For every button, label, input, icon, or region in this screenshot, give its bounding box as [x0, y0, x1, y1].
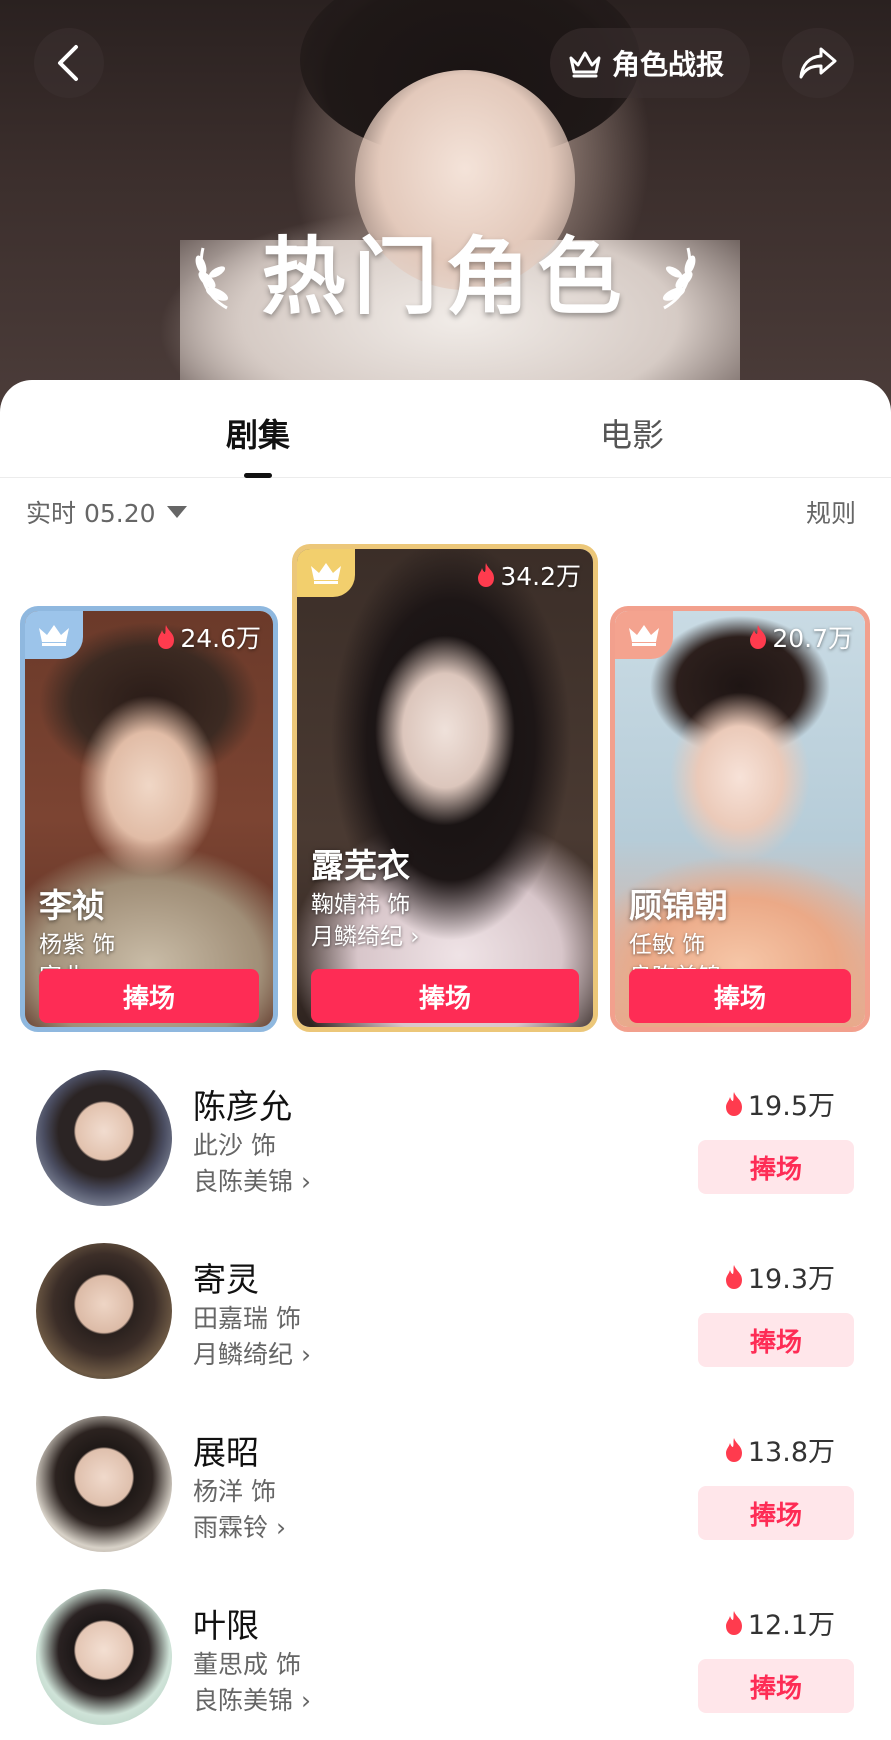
list-item[interactable]: 展昭 杨洋 饰 雨霖铃 › 13.8万 捧场 — [0, 1410, 891, 1570]
filter-row: 实时 05.20 规则 — [0, 490, 891, 538]
crown-icon — [39, 625, 69, 646]
hero-banner: 角色战报 热门角色 — [0, 0, 891, 420]
show-link[interactable]: 良陈美锦 › — [193, 1162, 311, 1198]
heat-value: 12.1万 — [747, 1610, 835, 1641]
top-card-rank-1[interactable]: 34.2万 露芜衣 鞠婧祎 饰 月鳞绮纪 › 捧场 — [292, 544, 598, 1032]
heat-score: 19.5万 — [724, 1084, 835, 1123]
share-icon — [799, 47, 837, 79]
heat-score: 24.6万 — [156, 619, 261, 655]
flame-icon — [725, 1437, 742, 1462]
character-name: 展昭 — [193, 1433, 259, 1472]
actor-name: 任敏 饰 — [629, 932, 706, 958]
show-link[interactable]: 良陈美锦 › — [193, 1681, 311, 1717]
actor-name: 此沙 饰 — [193, 1131, 276, 1160]
page-title: 热门角色 — [261, 227, 630, 326]
hero-title-row: 热门角色 — [0, 215, 891, 326]
show-link[interactable]: 月鳞绮纪 › — [311, 917, 420, 951]
show-link[interactable]: 月鳞绮纪 › — [193, 1335, 311, 1371]
tab-movie[interactable]: 电影 — [600, 410, 664, 456]
heat-score: 19.3万 — [724, 1257, 835, 1296]
avatar[interactable] — [36, 1243, 172, 1379]
avatar[interactable] — [36, 1589, 172, 1725]
rank-badge — [297, 549, 355, 597]
flame-icon — [725, 1091, 742, 1116]
cheer-button[interactable]: 捧场 — [698, 1140, 854, 1194]
actor-name: 田嘉瑞 饰 — [193, 1304, 301, 1333]
laurel-right-icon — [662, 247, 695, 310]
character-portrait — [297, 549, 593, 1027]
character-name: 陈彦允 — [193, 1087, 292, 1126]
heat-value: 13.8万 — [747, 1437, 835, 1468]
character-name: 露芜衣 — [311, 846, 410, 885]
flame-icon — [725, 1610, 742, 1635]
cheer-button[interactable]: 捧场 — [311, 969, 579, 1023]
avatar[interactable] — [36, 1416, 172, 1552]
character-name: 李祯 — [39, 886, 105, 925]
cheer-button[interactable]: 捧场 — [39, 969, 259, 1023]
back-button[interactable] — [34, 28, 104, 98]
crown-icon — [311, 563, 341, 584]
actor-name: 杨洋 饰 — [193, 1477, 276, 1506]
role-report-button[interactable]: 角色战报 — [550, 28, 750, 98]
character-name: 寄灵 — [193, 1260, 259, 1299]
active-tab-indicator — [244, 473, 272, 478]
tab-series[interactable]: 剧集 — [226, 410, 290, 456]
show-link[interactable]: 雨霖铃 › — [193, 1508, 286, 1544]
rank-badge — [25, 611, 83, 659]
avatar[interactable] — [36, 1070, 172, 1206]
flame-icon — [158, 625, 175, 649]
actor-name: 鞠婧祎 饰 — [311, 892, 411, 918]
heat-score: 34.2万 — [476, 557, 581, 593]
caret-down-icon — [166, 506, 187, 518]
rank-badge — [615, 611, 673, 659]
date-filter-dropdown[interactable]: 实时 05.20 — [26, 494, 188, 530]
category-tabs: 剧集 电影 — [0, 380, 891, 478]
cheer-button[interactable]: 捧场 — [698, 1313, 854, 1367]
cheer-button[interactable]: 捧场 — [698, 1659, 854, 1713]
heat-score: 13.8万 — [724, 1430, 835, 1469]
actor-name: 董思成 饰 — [193, 1650, 301, 1679]
actor-name: 杨紫 饰 — [39, 932, 116, 958]
cheer-button[interactable]: 捧场 — [698, 1486, 854, 1540]
flame-icon — [725, 1264, 742, 1289]
list-item[interactable]: 寄灵 田嘉瑞 饰 月鳞绮纪 › 19.3万 捧场 — [0, 1237, 891, 1397]
heat-value: 24.6万 — [180, 624, 261, 653]
character-name: 叶限 — [193, 1606, 259, 1645]
share-button[interactable] — [782, 28, 854, 98]
date-filter-label: 实时 05.20 — [26, 499, 156, 528]
rules-link[interactable]: 规则 — [806, 494, 856, 530]
crown-icon — [569, 51, 601, 78]
crown-icon — [629, 625, 659, 646]
back-arrow-icon — [58, 45, 78, 81]
heat-score: 12.1万 — [724, 1603, 835, 1642]
laurel-left-icon — [196, 247, 229, 310]
top-card-rank-3[interactable]: 20.7万 顾锦朝 任敏 饰 良陈美锦 › 捧场 — [610, 606, 870, 1032]
flame-icon — [478, 563, 495, 587]
role-report-label: 角色战报 — [612, 48, 725, 81]
cheer-button[interactable]: 捧场 — [629, 969, 851, 1023]
heat-score: 20.7万 — [748, 619, 853, 655]
flame-icon — [750, 625, 767, 649]
heat-value: 20.7万 — [772, 624, 853, 653]
heat-value: 19.5万 — [747, 1091, 835, 1122]
heat-value: 19.3万 — [747, 1264, 835, 1295]
heat-value: 34.2万 — [500, 562, 581, 591]
list-item[interactable]: 陈彦允 此沙 饰 良陈美锦 › 19.5万 捧场 — [0, 1064, 891, 1224]
character-name: 顾锦朝 — [629, 886, 728, 925]
top-card-rank-2[interactable]: 24.6万 李祯 杨紫 饰 家业 › 捧场 — [20, 606, 278, 1032]
list-item[interactable]: 叶限 董思成 饰 良陈美锦 › 12.1万 捧场 — [0, 1583, 891, 1740]
